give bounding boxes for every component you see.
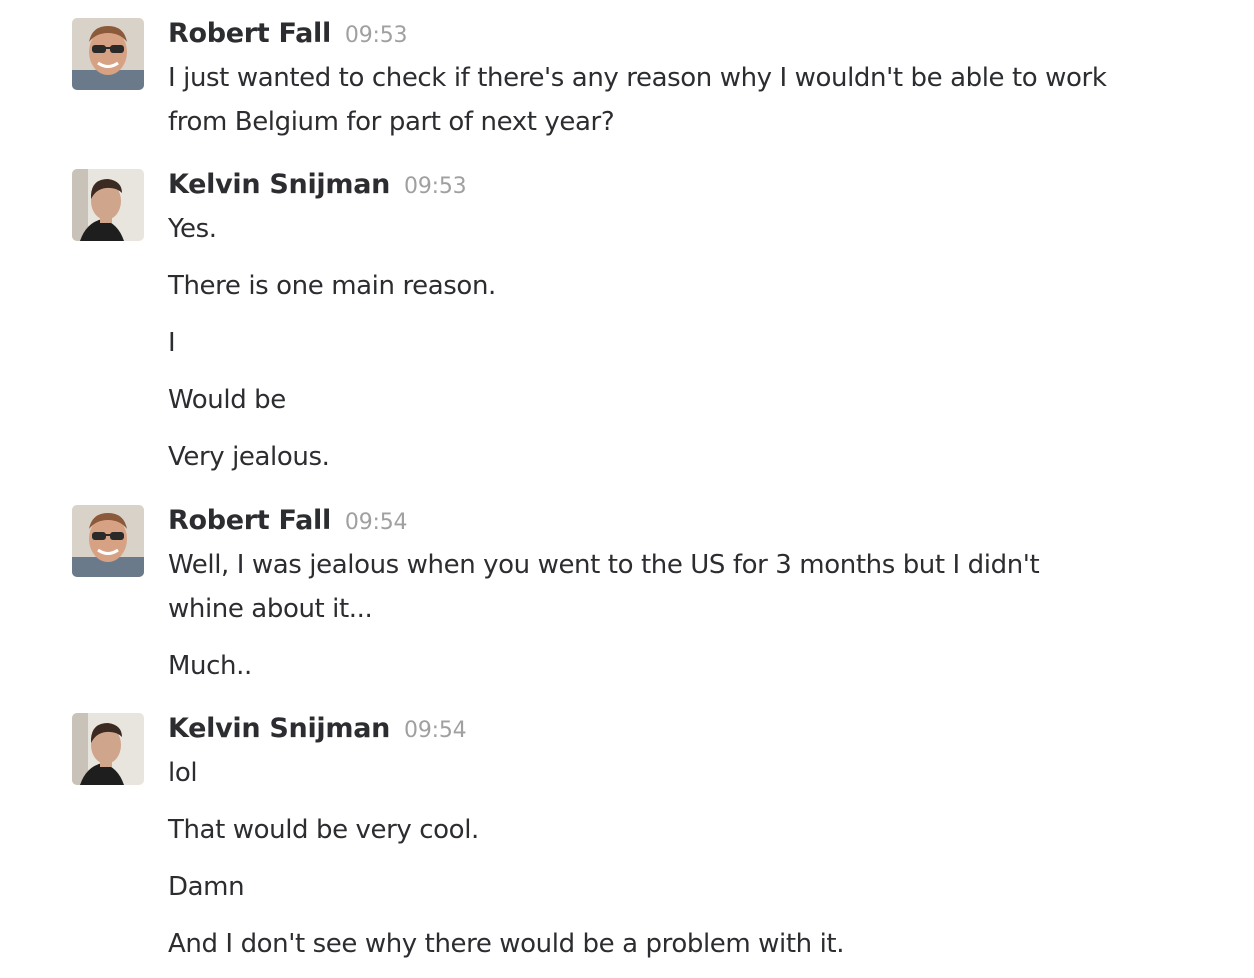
message-body: lol That would be very cool. Damn And I … <box>168 751 1128 966</box>
message-header: Robert Fall 09:54 <box>168 505 408 541</box>
message-text: Would be <box>168 385 286 415</box>
timestamp[interactable]: 09:53 <box>404 174 467 199</box>
message-header: Kelvin Snijman 09:53 <box>168 169 467 205</box>
message-text: That would be very cool. <box>168 815 479 845</box>
message-header: Kelvin Snijman 09:54 <box>168 713 467 749</box>
message-text: Yes. <box>168 214 217 244</box>
message-text: Much.. <box>168 651 252 681</box>
message-text: And I don't see why there would be a pro… <box>168 929 845 959</box>
message-header: Robert Fall 09:53 <box>168 18 408 54</box>
avatar-robert-fall-icon <box>72 18 144 90</box>
message-body: I just wanted to check if there's any re… <box>168 56 1128 144</box>
avatar[interactable] <box>72 18 144 90</box>
author-name[interactable]: Robert Fall <box>168 18 331 49</box>
timestamp[interactable]: 09:54 <box>404 718 467 743</box>
message-text: Well, I was jealous when you went to the… <box>168 550 1040 624</box>
timestamp[interactable]: 09:53 <box>345 23 408 48</box>
avatar[interactable] <box>72 713 144 785</box>
message-text: Damn <box>168 872 245 902</box>
author-name[interactable]: Kelvin Snijman <box>168 169 390 200</box>
message-text: There is one main reason. <box>168 271 496 301</box>
avatar-kelvin-snijman-icon <box>72 169 144 241</box>
author-name[interactable]: Robert Fall <box>168 505 331 536</box>
message-body: Well, I was jealous when you went to the… <box>168 543 1128 688</box>
message-text: Very jealous. <box>168 442 330 472</box>
message-text: lol <box>168 758 198 788</box>
timestamp[interactable]: 09:54 <box>345 510 408 535</box>
message-text: I <box>168 328 176 358</box>
message-text: I just wanted to check if there's any re… <box>168 63 1107 137</box>
author-name[interactable]: Kelvin Snijman <box>168 713 390 744</box>
avatar[interactable] <box>72 169 144 241</box>
avatar-kelvin-snijman-icon <box>72 713 144 785</box>
message-body: Yes. There is one main reason. I Would b… <box>168 207 1128 479</box>
avatar-robert-fall-icon <box>72 505 144 577</box>
avatar[interactable] <box>72 505 144 577</box>
